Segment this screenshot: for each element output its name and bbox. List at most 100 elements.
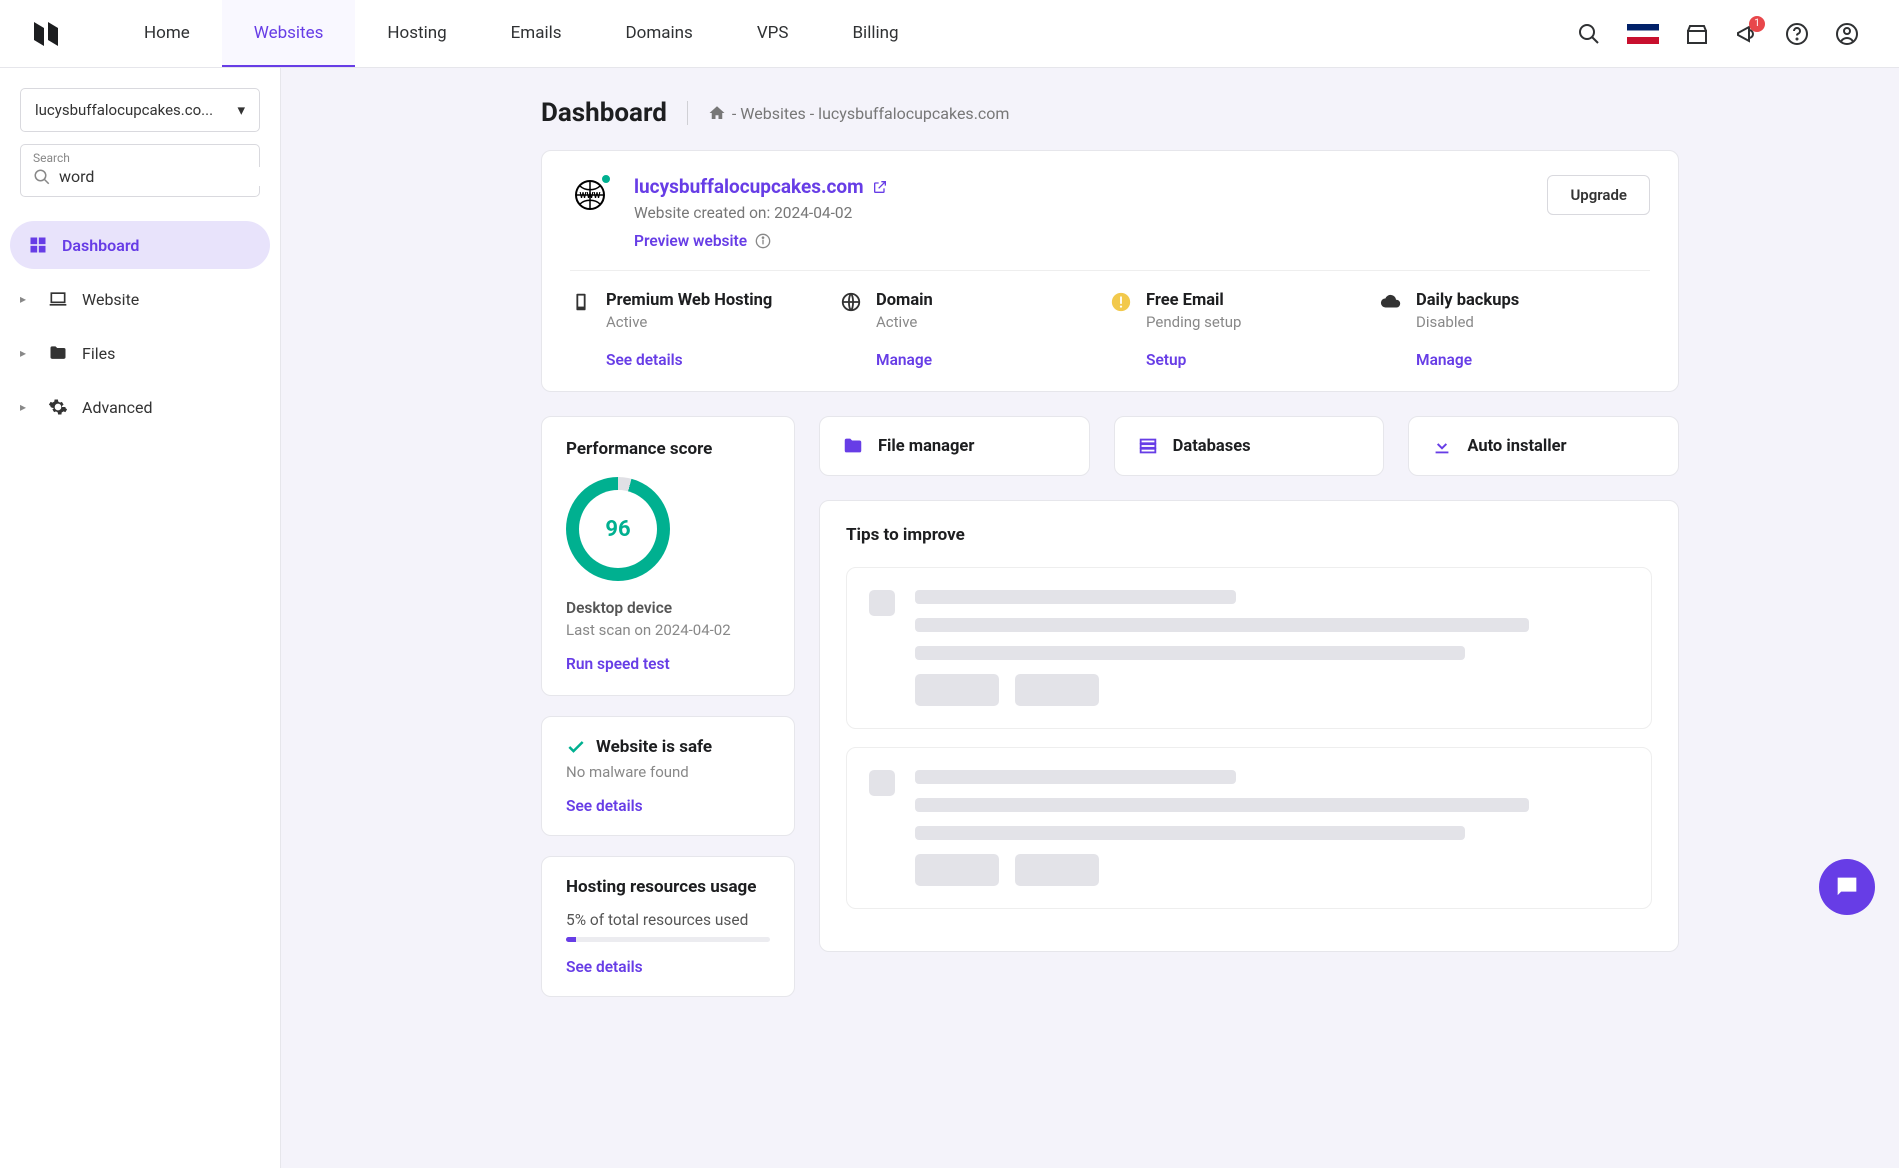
resources-link[interactable]: See details — [566, 958, 770, 976]
language-flag-uk[interactable] — [1627, 24, 1659, 44]
chevron-right-icon: ▸ — [20, 400, 34, 414]
skeleton-line — [915, 618, 1529, 632]
sidebar-item-label: Website — [82, 290, 139, 309]
sidebar-item-label: Dashboard — [62, 236, 139, 255]
warning-icon — [1110, 291, 1132, 313]
announcement-icon[interactable]: 1 — [1735, 22, 1759, 46]
tool-row: File manager Databases Auto installer — [819, 416, 1679, 476]
performance-donut: 96 — [566, 477, 670, 581]
nav-right: 1 — [1577, 22, 1859, 46]
domain-selector[interactable]: lucysbuffalocupcakes.co... ▾ — [20, 88, 260, 132]
store-icon[interactable] — [1685, 22, 1709, 46]
preview-website-link[interactable]: Preview website — [634, 232, 888, 250]
chevron-right-icon: ▸ — [20, 292, 34, 306]
globe-icon — [840, 291, 862, 313]
tip-skeleton — [846, 567, 1652, 729]
folder-icon — [48, 343, 68, 363]
search-input[interactable] — [59, 167, 262, 186]
nav-domains[interactable]: Domains — [594, 0, 725, 67]
tool-databases[interactable]: Databases — [1114, 416, 1385, 476]
skeleton-icon — [869, 590, 895, 616]
status-title: Domain — [876, 291, 933, 310]
run-speed-test-link[interactable]: Run speed test — [566, 655, 770, 673]
account-icon[interactable] — [1835, 22, 1859, 46]
nav-websites[interactable]: Websites — [222, 0, 356, 67]
download-icon — [1431, 435, 1453, 457]
skeleton-button — [915, 854, 999, 886]
status-sub: Active — [606, 313, 772, 331]
status-title: Daily backups — [1416, 291, 1519, 310]
status-email: Free Email Pending setup Setup — [1110, 291, 1380, 369]
sidebar-item-dashboard[interactable]: Dashboard — [10, 221, 270, 269]
help-icon[interactable] — [1785, 22, 1809, 46]
laptop-icon — [48, 289, 68, 309]
nav-home[interactable]: Home — [112, 0, 222, 67]
tool-label: File manager — [878, 437, 974, 456]
tool-label: Databases — [1173, 437, 1251, 456]
notification-badge: 1 — [1749, 16, 1765, 32]
sidebar-item-website[interactable]: ▸ Website — [10, 275, 270, 323]
status-hosting: Premium Web Hosting Active See details — [570, 291, 840, 369]
www-icon: WWW — [570, 175, 610, 215]
status-link[interactable]: Manage — [876, 351, 933, 369]
skeleton-line — [915, 798, 1529, 812]
domain-selected-text: lucysbuffalocupcakes.co... — [35, 101, 213, 119]
nav-hosting[interactable]: Hosting — [355, 0, 478, 67]
preview-text: Preview website — [634, 232, 747, 250]
skeleton-line — [915, 646, 1465, 660]
skeleton-button — [1015, 674, 1099, 706]
nav-emails[interactable]: Emails — [479, 0, 594, 67]
status-link[interactable]: Setup — [1146, 351, 1241, 369]
safety-title: Website is safe — [596, 737, 712, 757]
main-content: Dashboard - Websites - lucysbuffalocupca… — [281, 68, 1899, 1168]
safety-card: Website is safe No malware found See det… — [541, 716, 795, 836]
breadcrumb-row: Dashboard - Websites - lucysbuffalocupca… — [541, 98, 1679, 128]
dashboard-icon — [28, 235, 48, 255]
status-sub: Pending setup — [1146, 313, 1241, 331]
status-domain: Domain Active Manage — [840, 291, 1110, 369]
chevron-down-icon: ▾ — [237, 101, 245, 119]
gear-icon — [48, 397, 68, 417]
sidebar-item-label: Files — [82, 344, 115, 363]
search-label: Search — [33, 151, 247, 165]
performance-card: Performance score 96 Desktop device Last… — [541, 416, 795, 696]
cloud-icon — [1380, 291, 1402, 313]
page-title: Dashboard — [541, 98, 667, 128]
sidebar: lucysbuffalocupcakes.co... ▾ Search Dash… — [0, 68, 281, 1168]
sidebar-item-label: Advanced — [82, 398, 153, 417]
skeleton-line — [915, 770, 1236, 784]
brand-logo[interactable] — [30, 18, 62, 50]
safety-link[interactable]: See details — [566, 797, 770, 815]
site-overview-card: WWW lucysbuffalocupcakes.com Website cre… — [541, 150, 1679, 392]
skeleton-line — [915, 826, 1465, 840]
site-created-text: Website created on: 2024-04-02 — [634, 204, 888, 222]
chevron-right-icon: ▸ — [20, 346, 34, 360]
sidebar-item-advanced[interactable]: ▸ Advanced — [10, 383, 270, 431]
chat-fab[interactable] — [1819, 859, 1875, 915]
resources-fill — [566, 937, 576, 942]
search-icon[interactable] — [1577, 22, 1601, 46]
upgrade-button[interactable]: Upgrade — [1547, 175, 1650, 215]
status-link[interactable]: See details — [606, 351, 772, 369]
status-link[interactable]: Manage — [1416, 351, 1519, 369]
sidebar-item-files[interactable]: ▸ Files — [10, 329, 270, 377]
skeleton-button — [1015, 854, 1099, 886]
tips-title: Tips to improve — [846, 525, 1652, 545]
status-row: Premium Web Hosting Active See details D… — [570, 270, 1650, 391]
skeleton-button — [915, 674, 999, 706]
tool-file-manager[interactable]: File manager — [819, 416, 1090, 476]
performance-last-scan: Last scan on 2024-04-02 — [566, 621, 770, 639]
top-navigation: Home Websites Hosting Emails Domains VPS… — [0, 0, 1899, 68]
breadcrumb[interactable]: - Websites - lucysbuffalocupcakes.com — [708, 104, 1010, 123]
resources-text: 5% of total resources used — [566, 911, 770, 929]
status-title: Premium Web Hosting — [606, 291, 772, 310]
site-name-link[interactable]: lucysbuffalocupcakes.com — [634, 175, 888, 198]
nav-vps[interactable]: VPS — [725, 0, 821, 67]
search-box[interactable]: Search — [20, 144, 260, 197]
check-icon — [566, 737, 586, 757]
folder-icon — [842, 435, 864, 457]
tool-auto-installer[interactable]: Auto installer — [1408, 416, 1679, 476]
skeleton-icon — [869, 770, 895, 796]
performance-title: Performance score — [566, 439, 770, 459]
nav-billing[interactable]: Billing — [820, 0, 930, 67]
